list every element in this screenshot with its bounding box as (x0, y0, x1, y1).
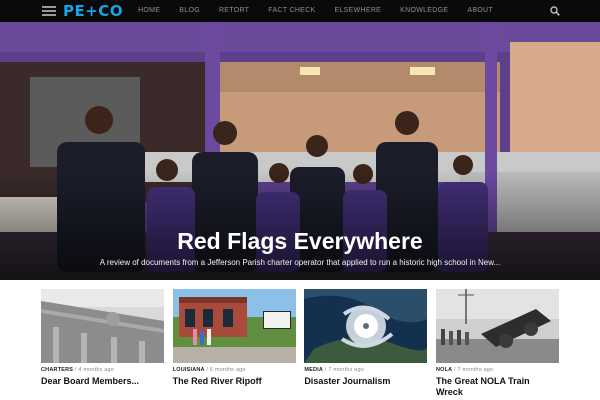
nav-knowledge[interactable]: KNOWLEDGE (400, 0, 448, 22)
article-category[interactable]: LOUISIANA (173, 367, 205, 373)
site-logo[interactable]: PE+CO (63, 0, 123, 22)
article-category[interactable]: NOLA (436, 367, 452, 373)
article-age: 6 months ago (209, 367, 246, 373)
nav-about[interactable]: ABOUT (467, 0, 493, 22)
article-thumbnail[interactable] (435, 289, 559, 363)
hero-title[interactable]: Red Flags Everywhere (0, 228, 600, 255)
article-meta: MEDIA / 7 months ago (304, 367, 364, 373)
article-title[interactable]: Dear Board Members... (41, 376, 164, 387)
article-thumbnail[interactable] (304, 289, 428, 363)
article-title[interactable]: The Red River Ripoff (173, 376, 296, 387)
article-meta: CHARTERS / 4 months ago (41, 367, 115, 373)
nav-blog[interactable]: BLOG (179, 0, 200, 22)
article-age: 4 months ago (78, 367, 115, 373)
nav-fact-check[interactable]: FACT CHECK (268, 0, 315, 22)
article-thumbnail[interactable] (172, 289, 296, 363)
hero-subtitle: A review of documents from a Jefferson P… (99, 258, 501, 267)
hamburger-menu-icon[interactable] (42, 6, 56, 16)
article-card[interactable]: LOUISIANA / 6 months ago The Red River R… (172, 289, 296, 398)
article-cards: CHARTERS / 4 months ago Dear Board Membe… (41, 289, 559, 398)
article-card[interactable]: MEDIA / 7 months ago Disaster Journalism (304, 289, 428, 398)
nav-elsewhere[interactable]: ELSEWHERE (334, 0, 381, 22)
nav-retort[interactable]: RETORT (219, 0, 249, 22)
hero-feature[interactable]: Red Flags Everywhere A review of documen… (0, 22, 600, 280)
article-category[interactable]: MEDIA (304, 367, 323, 373)
article-category[interactable]: CHARTERS (41, 367, 73, 373)
top-navigation-bar: PE+CO HOME BLOG RETORT FACT CHECK ELSEWH… (0, 0, 600, 22)
article-card[interactable]: CHARTERS / 4 months ago Dear Board Membe… (41, 289, 164, 398)
article-card[interactable]: NOLA / 7 months ago The Great NOLA Train… (435, 289, 559, 398)
search-icon[interactable] (550, 6, 560, 16)
article-meta: LOUISIANA / 6 months ago (172, 367, 246, 373)
article-meta: NOLA / 7 months ago (435, 367, 494, 373)
main-nav: HOME BLOG RETORT FACT CHECK ELSEWHERE KN… (138, 0, 512, 22)
nav-home[interactable]: HOME (138, 0, 160, 22)
article-thumbnail[interactable] (41, 289, 164, 363)
article-age: 7 months ago (328, 367, 364, 373)
article-title[interactable]: The Great NOLA Train Wreck (436, 376, 559, 398)
article-age: 7 months ago (457, 367, 494, 373)
article-title[interactable]: Disaster Journalism (304, 376, 427, 387)
